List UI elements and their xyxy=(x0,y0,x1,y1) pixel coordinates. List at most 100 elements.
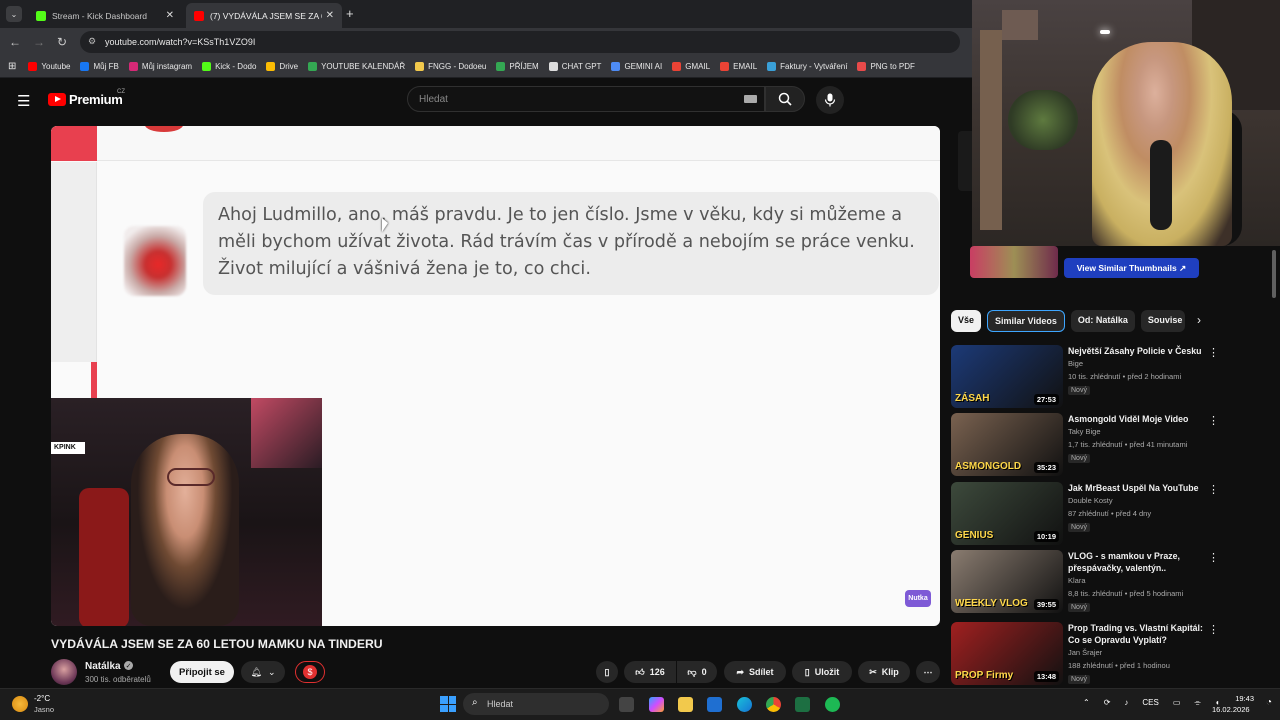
tab-search-button[interactable]: ⌄ xyxy=(6,6,22,22)
monitor-icon[interactable]: ▭ xyxy=(1173,698,1181,708)
bookmark-item[interactable]: CHAT GPT xyxy=(548,62,601,71)
back-icon[interactable]: ← xyxy=(9,35,21,49)
bookmark-item[interactable]: GMAIL xyxy=(672,62,710,71)
more-vertical-icon[interactable]: ⋮ xyxy=(1208,623,1219,636)
weather-temperature[interactable]: -2°C xyxy=(34,694,50,703)
tab-close-icon[interactable]: ✕ xyxy=(166,10,174,21)
tab-kick-dashboard[interactable]: Stream - Kick Dashboard ✕ xyxy=(28,3,182,28)
input-language[interactable]: CES xyxy=(1142,698,1158,708)
video-thumbnail[interactable]: GENIUS 10:19 xyxy=(951,482,1063,545)
channel-watermark[interactable]: Nutka xyxy=(905,590,931,607)
video-thumbnail[interactable]: WEEKLY VLOG 39:55 xyxy=(951,550,1063,613)
chevron-right-icon[interactable]: › xyxy=(1197,313,1201,327)
tab-youtube-video[interactable]: (7) VYDÁVÁLA JSEM SE ZA 60 L ✕ xyxy=(186,3,342,28)
more-vertical-icon[interactable]: ⋮ xyxy=(1208,551,1219,564)
related-video-item[interactable]: PROP Firmy 13:48 Prop Trading vs. Vlastní … xyxy=(951,622,1219,686)
notification-bell-button[interactable]: 🔔︎ ⌄ xyxy=(241,661,285,683)
search-button[interactable] xyxy=(765,86,805,112)
task-view-icon[interactable] xyxy=(619,697,634,712)
channel-name[interactable]: Klara xyxy=(1068,576,1086,585)
weather-description[interactable]: Jasno xyxy=(34,705,54,714)
spotify-icon[interactable] xyxy=(825,697,840,712)
chip-similar-videos[interactable]: Similar Videos xyxy=(987,310,1065,332)
video-thumbnail[interactable]: ZÁSAH 27:53 xyxy=(951,345,1063,408)
channel-name[interactable]: Jan Šrajer xyxy=(1068,648,1102,657)
bookmark-item[interactable]: Kick - Dodo xyxy=(202,62,256,71)
chevron-up-icon[interactable]: ⌃ xyxy=(1083,698,1090,708)
bookmark-item[interactable]: YOUTUBE KALENDÁŘ xyxy=(308,62,405,71)
chrome-icon[interactable] xyxy=(766,697,781,712)
more-vertical-icon[interactable]: ⋮ xyxy=(1208,414,1219,427)
bookmark-item[interactable]: PŘÍJEM xyxy=(496,62,539,71)
video-thumbnail[interactable]: ASMONGOLD 35:23 xyxy=(951,413,1063,476)
site-info-icon[interactable]: ⚙ xyxy=(88,36,96,47)
bookmark-item[interactable]: Drive xyxy=(266,62,298,71)
channel-name[interactable]: Taky Bige xyxy=(1068,427,1101,436)
notification-bell-icon[interactable]: ◔ xyxy=(1266,697,1272,708)
edge-icon[interactable] xyxy=(737,697,752,712)
related-video-item[interactable]: GENIUS 10:19 Jak MrBeast Uspěl Na YouTube D… xyxy=(951,482,1219,546)
bookmark-item[interactable]: FNGG - Dodoeu xyxy=(415,62,486,71)
hamburger-menu-icon[interactable]: ☰ xyxy=(17,92,30,110)
windows-start-icon[interactable] xyxy=(440,696,456,712)
tab-close-icon[interactable]: ✕ xyxy=(326,10,334,21)
channel-avatar[interactable] xyxy=(51,659,77,685)
youtube-logo-icon[interactable] xyxy=(48,93,66,106)
taskbar-search-input[interactable]: Hledat xyxy=(463,693,609,715)
page-scrollbar[interactable] xyxy=(1272,250,1276,298)
outlook-icon[interactable] xyxy=(707,697,722,712)
save-to-playlist-button[interactable]: ▯ xyxy=(596,661,618,683)
channel-name[interactable]: Natálka xyxy=(85,661,121,672)
reload-icon[interactable]: ↻ xyxy=(57,35,67,49)
dislike-button[interactable]: 👎︎ 0 xyxy=(677,661,717,683)
search-input[interactable]: Hledat xyxy=(407,86,765,112)
weather-sun-icon[interactable] xyxy=(12,696,28,712)
channel-name[interactable]: Double Kosty xyxy=(1068,496,1113,505)
chip-related[interactable]: Souvise xyxy=(1140,310,1185,332)
bookmark-item[interactable]: GEMINI AI xyxy=(611,62,662,71)
view-similar-thumbnails-button[interactable]: View Similar Thumbnails ↗ xyxy=(1064,258,1199,278)
related-video-item[interactable]: WEEKLY VLOG 39:55 VLOG - s mamkou v Praze,… xyxy=(951,550,1219,614)
file-explorer-icon[interactable] xyxy=(678,697,693,712)
related-video-item[interactable]: ZÁSAH 27:53 Největší Zásahy Policie v Česk… xyxy=(951,345,1219,409)
related-video-item[interactable]: ASMONGOLD 35:23 Asmongold Viděl Moje Video… xyxy=(951,413,1219,477)
sync-icon[interactable]: ⟳ xyxy=(1104,698,1111,708)
bookmark-item[interactable]: Faktury - Vytváření xyxy=(767,62,847,71)
more-vertical-icon[interactable]: ⋮ xyxy=(1208,483,1219,496)
bookmark-item[interactable]: EMAIL xyxy=(720,62,757,71)
join-button[interactable]: Připojit se xyxy=(170,661,234,683)
like-button[interactable]: 👍︎ 126 xyxy=(624,661,676,683)
clip-button[interactable]: ✂ Klip xyxy=(858,661,910,683)
video-title[interactable]: Největší Zásahy Policie v Česku xyxy=(1068,345,1203,357)
video-title[interactable]: Jak MrBeast Uspěl Na YouTube xyxy=(1068,482,1203,494)
clock-date[interactable]: 16.02.2026 xyxy=(1212,705,1250,714)
youtube-logo-text[interactable]: Premium xyxy=(69,92,123,107)
copilot-icon[interactable] xyxy=(649,697,664,712)
super-thanks-button[interactable]: $ xyxy=(295,661,325,683)
video-thumbnail[interactable]: PROP Firmy 13:48 xyxy=(951,622,1063,685)
apps-icon[interactable]: ⊞ xyxy=(8,61,16,72)
clock-time[interactable]: 19:43 xyxy=(1226,694,1254,703)
terminal-icon[interactable] xyxy=(795,697,810,712)
channel-name[interactable]: Bige xyxy=(1068,359,1083,368)
share-button[interactable]: ➦ Sdílet xyxy=(724,661,786,683)
chip-all[interactable]: Vše xyxy=(951,310,982,332)
more-actions-button[interactable]: ⋯ xyxy=(916,661,940,683)
voice-search-button[interactable] xyxy=(816,86,844,114)
keyboard-icon[interactable] xyxy=(744,95,757,103)
video-title[interactable]: VLOG - s mamkou v Praze, přespávačky, va… xyxy=(1068,550,1203,574)
mic-tray-icon[interactable]: ♪ xyxy=(1124,698,1128,708)
more-vertical-icon[interactable]: ⋮ xyxy=(1208,346,1219,359)
chip-from-channel[interactable]: Od: Natálka xyxy=(1070,310,1135,332)
bookmark-item[interactable]: Můj FB xyxy=(80,62,119,71)
new-tab-button[interactable]: + xyxy=(346,6,354,21)
bookmark-item[interactable]: Můj instagram xyxy=(128,62,192,71)
video-title[interactable]: Prop Trading vs. Vlastní Kapitál: Co se … xyxy=(1068,622,1203,646)
video-title[interactable]: Asmongold Viděl Moje Video xyxy=(1068,413,1203,425)
bookmark-item[interactable]: Youtube xyxy=(28,62,70,71)
forward-icon[interactable]: → xyxy=(33,35,45,49)
network-icon[interactable]: ⌯ xyxy=(1194,698,1200,708)
video-player[interactable]: Ahoj Ludmillo, ano, máš pravdu. Je to je… xyxy=(51,126,940,626)
bookmark-item[interactable]: PNG to PDF xyxy=(857,62,915,71)
address-bar[interactable]: youtube.com/watch?v=KSsTh1VZO9I xyxy=(80,31,960,53)
